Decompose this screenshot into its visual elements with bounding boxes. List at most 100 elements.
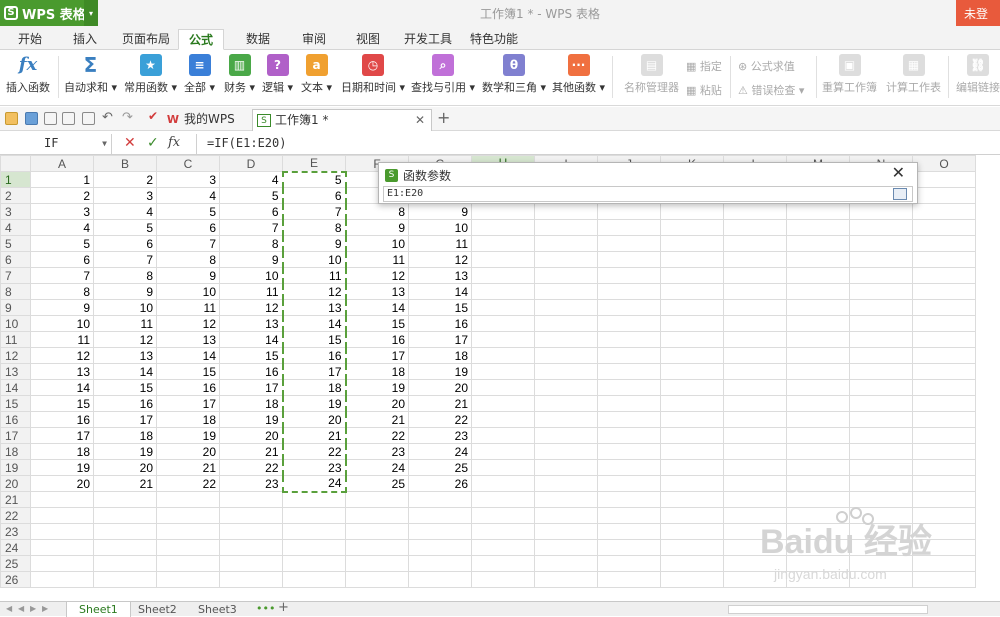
cell-h4[interactable] [471,219,535,236]
cell-m7[interactable] [786,267,850,284]
cell-l17[interactable] [723,427,787,444]
cell-k16[interactable] [660,411,724,428]
cell-j12[interactable] [597,347,661,364]
cell-b4[interactable]: 5 [93,219,157,236]
cell-l22[interactable] [723,507,787,524]
cell-g9[interactable]: 15 [408,299,472,316]
cell-f7[interactable]: 12 [345,267,409,284]
cell-o8[interactable] [912,283,976,300]
cell-k11[interactable] [660,331,724,348]
row-header[interactable]: 1 [0,171,31,188]
cell-o12[interactable] [912,347,976,364]
cell-h20[interactable] [471,475,535,492]
cell-b2[interactable]: 3 [93,187,157,204]
cell-h24[interactable] [471,539,535,556]
cell-k23[interactable] [660,523,724,540]
cell-i4[interactable] [534,219,598,236]
cell-i24[interactable] [534,539,598,556]
cell-j26[interactable] [597,571,661,588]
cell-a16[interactable]: 16 [30,411,94,428]
row-header[interactable]: 24 [0,539,31,556]
cell-e1[interactable]: 5 [281,170,347,188]
cell-c5[interactable]: 7 [156,235,220,252]
row-header[interactable]: 5 [0,235,31,252]
cell-c23[interactable] [156,523,220,540]
cell-f8[interactable]: 13 [345,283,409,300]
cell-i13[interactable] [534,363,598,380]
cell-l5[interactable] [723,235,787,252]
cell-m22[interactable] [786,507,850,524]
cell-m11[interactable] [786,331,850,348]
cell-o4[interactable] [912,219,976,236]
cell-a20[interactable]: 20 [30,475,94,492]
cell-b10[interactable]: 11 [93,315,157,332]
cell-b15[interactable]: 16 [93,395,157,412]
cell-g18[interactable]: 24 [408,443,472,460]
cell-f13[interactable]: 18 [345,363,409,380]
cell-a18[interactable]: 18 [30,443,94,460]
cell-f16[interactable]: 21 [345,411,409,428]
math-functions-button[interactable]: θ 数学和三角 ▾ [482,54,546,95]
cell-c9[interactable]: 11 [156,299,220,316]
cell-o3[interactable] [912,203,976,220]
cell-e14[interactable]: 18 [281,379,347,396]
cell-b24[interactable] [93,539,157,556]
cell-b26[interactable] [93,571,157,588]
cell-b12[interactable]: 13 [93,347,157,364]
cell-n20[interactable] [849,475,913,492]
collapse-dialog-icon[interactable] [893,188,907,200]
cell-i26[interactable] [534,571,598,588]
cell-e12[interactable]: 16 [281,347,347,364]
cell-k20[interactable] [660,475,724,492]
cell-n21[interactable] [849,491,913,508]
cell-f11[interactable]: 16 [345,331,409,348]
cell-i19[interactable] [534,459,598,476]
add-tab-icon[interactable]: + [437,108,450,127]
cell-g20[interactable]: 26 [408,475,472,492]
cell-e7[interactable]: 11 [281,267,347,284]
horizontal-scrollbar[interactable] [728,605,928,614]
cell-k10[interactable] [660,315,724,332]
cell-c11[interactable]: 13 [156,331,220,348]
cell-n13[interactable] [849,363,913,380]
cell-d1[interactable]: 4 [219,171,283,188]
cell-e9[interactable]: 13 [281,299,347,316]
lookup-functions-button[interactable]: ⌕ 查找与引用 ▾ [411,54,475,95]
cell-o15[interactable] [912,395,976,412]
row-header[interactable]: 4 [0,219,31,236]
cell-e17[interactable]: 21 [281,427,347,444]
row-header[interactable]: 20 [0,475,31,492]
cell-e20[interactable]: 24 [281,475,347,493]
cell-h12[interactable] [471,347,535,364]
cell-k21[interactable] [660,491,724,508]
cell-e3[interactable]: 7 [281,203,347,220]
cell-m23[interactable] [786,523,850,540]
cell-d23[interactable] [219,523,283,540]
formula-input[interactable]: =IF(E1:E20) [196,134,1000,154]
cell-f10[interactable]: 15 [345,315,409,332]
cell-k9[interactable] [660,299,724,316]
cell-h9[interactable] [471,299,535,316]
cell-m16[interactable] [786,411,850,428]
print-preview-icon[interactable] [62,112,75,125]
cell-a3[interactable]: 3 [30,203,94,220]
cell-g8[interactable]: 14 [408,283,472,300]
cell-f14[interactable]: 19 [345,379,409,396]
cell-k17[interactable] [660,427,724,444]
cell-n10[interactable] [849,315,913,332]
cell-l18[interactable] [723,443,787,460]
column-header-b[interactable]: B [93,155,157,172]
cell-i25[interactable] [534,555,598,572]
customize-toolbar-icon[interactable]: ✔ [148,109,158,123]
cell-n14[interactable] [849,379,913,396]
open-icon[interactable] [5,112,18,125]
cell-f24[interactable] [345,539,409,556]
define-name-button[interactable]: ▦ 指定 [686,58,722,74]
cell-n7[interactable] [849,267,913,284]
last-sheet-icon[interactable]: ▶ [42,604,50,614]
cell-n22[interactable] [849,507,913,524]
cell-j13[interactable] [597,363,661,380]
cell-n26[interactable] [849,571,913,588]
cell-c8[interactable]: 10 [156,283,220,300]
cell-h3[interactable] [471,203,535,220]
